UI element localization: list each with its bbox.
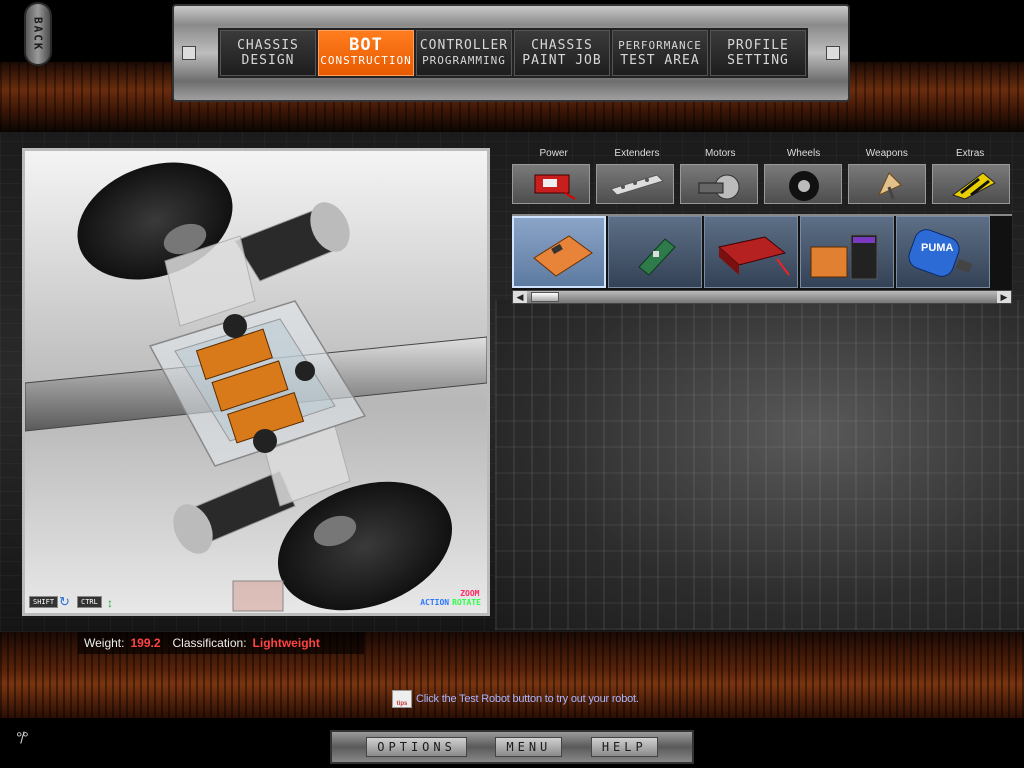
category-label-wheels: Wheels (786, 148, 821, 159)
scroll-right-arrow-icon[interactable]: ▶ (997, 291, 1011, 303)
rotate-label: ROTATE (452, 598, 481, 607)
tab-label: PAINT JOB (522, 53, 602, 68)
category-weapons-button[interactable] (848, 164, 926, 204)
zoom-rotate-legend: ZOOM ACTION ROTATE (420, 589, 481, 607)
move-arrow-icon: ↕ (107, 596, 113, 610)
back-label: BACK (31, 16, 45, 52)
circuit-board-icon (638, 238, 676, 276)
classification-value: Lightweight (252, 636, 320, 650)
battery-pack-orange-icon (533, 235, 593, 277)
robot-stats-bar: Weight: 199.2 Classification: Lightweigh… (78, 632, 364, 654)
tab-controller-programming[interactable]: CONTROLLER PROGRAMMING (416, 30, 512, 76)
tab-profile-setting[interactable]: PROFILE SETTING (710, 30, 806, 76)
category-labels: Power Extenders Motors Wheels Weapons Ex… (512, 148, 1012, 162)
parts-strip: PUMA (512, 214, 1012, 294)
tab-performance-test-area[interactable]: PERFORMANCE TEST AREA (612, 30, 708, 76)
part-item-red-battery[interactable] (704, 216, 798, 288)
tab-label: CONTROLLER (419, 38, 509, 53)
bottom-menu: OPTIONS MENU HELP (330, 730, 694, 764)
category-label-extras: Extras (955, 148, 985, 159)
circuit-board-backdrop (495, 300, 1024, 630)
puma-battery-icon: PUMA (908, 229, 973, 277)
weight-label: Weight: (84, 636, 125, 650)
part-item-puma-battery[interactable]: PUMA (896, 216, 990, 288)
menu-button[interactable]: MENU (495, 737, 563, 757)
weapon-blade-icon (877, 172, 902, 200)
tab-bot-construction[interactable]: BOT CONSTRUCTION (318, 30, 414, 76)
tab-chassis-design[interactable]: CHASSIS DESIGN (220, 30, 316, 76)
puma-label: PUMA (921, 242, 953, 254)
category-wheels-button[interactable] (764, 164, 842, 204)
rotate-arrow-icon: ↻ (59, 594, 70, 609)
classification-label: Classification: (172, 636, 247, 650)
tab-label: SETTING (727, 53, 789, 68)
category-label-motors: Motors (704, 148, 736, 159)
tab-label: BOT (349, 35, 383, 55)
battery-pair-icon (810, 234, 878, 280)
tab-label: TEST AREA (620, 53, 700, 68)
extras-hazard-icon (951, 172, 996, 200)
tip-banner: tips Click the Test Robot button to try … (392, 690, 639, 708)
robot-3d-viewport[interactable]: SHIFT ↻ CTRL ↕ ZOOM ACTION ROTATE (22, 148, 490, 616)
part-item-circuit-board[interactable] (608, 216, 702, 288)
tab-label: CHASSIS (237, 38, 299, 53)
category-buttons (512, 164, 1012, 206)
category-extras-button[interactable] (932, 164, 1010, 204)
tip-text: Click the Test Robot button to try out y… (416, 693, 639, 705)
battery-red-icon (717, 236, 790, 276)
help-button[interactable]: HELP (590, 737, 658, 757)
part-item-orange-battery-pack[interactable] (512, 216, 606, 288)
tips-icon: tips (392, 690, 412, 708)
back-button[interactable]: BACK (24, 2, 52, 66)
category-extenders-button[interactable] (596, 164, 674, 204)
extender-bar-icon (610, 174, 664, 196)
scroll-thumb[interactable] (531, 292, 559, 302)
weight-value: 199.2 (130, 636, 161, 650)
category-label-weapons: Weapons (865, 148, 908, 159)
ctrl-key-hint: CTRL (77, 596, 102, 608)
category-motors-button[interactable] (680, 164, 758, 204)
main-nav-frame: CHASSIS DESIGN BOT CONSTRUCTION CONTROLL… (172, 4, 850, 102)
nav-bolt-right (826, 46, 840, 60)
tab-chassis-paint-job[interactable]: CHASSIS PAINT JOB (514, 30, 610, 76)
loading-spinner-icon: °̸° (16, 730, 29, 747)
category-power-button[interactable] (512, 164, 590, 204)
tab-label: CONSTRUCTION (320, 54, 412, 67)
tab-label: PROGRAMMING (422, 54, 506, 67)
shift-key-hint: SHIFT (29, 596, 59, 608)
nav-bolt-left (182, 46, 196, 60)
options-button[interactable]: OPTIONS (366, 737, 467, 757)
wheel-icon (789, 171, 819, 201)
tab-label: PERFORMANCE (618, 39, 702, 52)
battery-icon (534, 174, 576, 200)
tab-label: PROFILE (727, 38, 789, 53)
tab-label: CHASSIS (531, 38, 593, 53)
robot-model (25, 162, 487, 612)
category-label-extenders: Extenders (614, 148, 660, 159)
tab-label: DESIGN (241, 53, 295, 68)
motor-icon (698, 174, 740, 200)
main-nav: CHASSIS DESIGN BOT CONSTRUCTION CONTROLL… (218, 28, 808, 78)
action-label: ACTION (420, 598, 450, 607)
zoom-label: ZOOM (460, 589, 480, 598)
scroll-left-arrow-icon[interactable]: ◀ (513, 291, 527, 303)
parts-scrollbar[interactable]: ◀ ▶ (512, 290, 1012, 304)
part-item-battery-pair[interactable] (800, 216, 894, 288)
category-label-power: Power (539, 148, 568, 159)
